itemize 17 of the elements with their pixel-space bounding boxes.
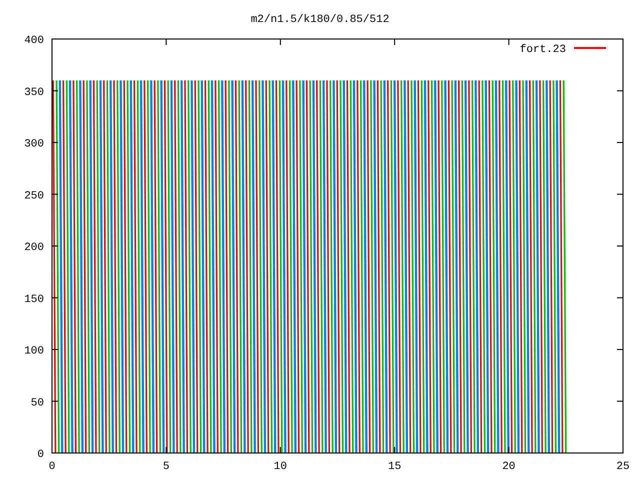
chart-title: m2/n1.5/k180/0.85/512 <box>250 14 390 26</box>
x-tick-label: 0 <box>48 461 56 473</box>
x-tick-label: 20 <box>502 461 516 473</box>
y-tick-label: 350 <box>24 86 44 99</box>
y-tick-label: 250 <box>24 190 44 202</box>
y-tick-label: 0 <box>37 449 44 461</box>
y-tick-label: 400 <box>24 35 44 47</box>
y-tick-label: 150 <box>24 294 44 306</box>
legend-label: fort.23 <box>520 44 566 56</box>
y-tick-label: 100 <box>24 346 44 358</box>
y-tick-label: 200 <box>24 242 44 254</box>
x-tick-label: 10 <box>274 461 287 473</box>
y-tick-label: 50 <box>30 397 44 410</box>
x-tick-label: 5 <box>162 461 170 473</box>
y-tick-label: 300 <box>24 138 44 150</box>
x-tick-label: 25 <box>616 461 630 473</box>
x-tick-label: 15 <box>388 461 402 473</box>
